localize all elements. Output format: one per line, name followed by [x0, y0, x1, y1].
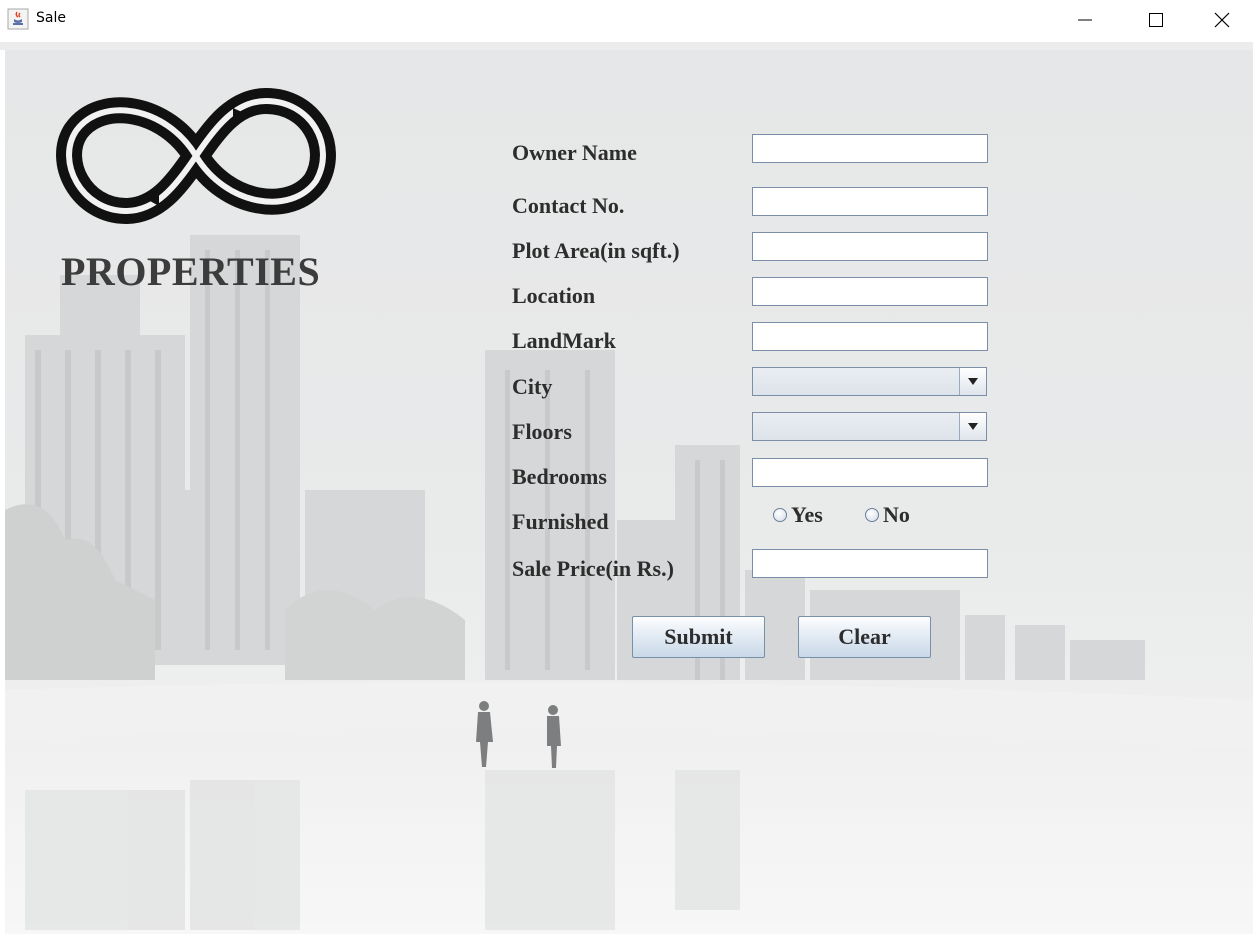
infinity-logo-icon	[56, 88, 336, 224]
window-title-bar: Sale	[0, 0, 1253, 42]
close-button[interactable]	[1191, 0, 1253, 40]
floors-dropdown-arrow[interactable]	[959, 413, 986, 440]
owner-name-label: Owner Name	[512, 140, 637, 165]
minimize-button[interactable]	[1054, 0, 1116, 40]
floors-label: Floors	[512, 419, 572, 444]
clear-button[interactable]: Clear	[798, 616, 931, 658]
contact-no-input[interactable]	[752, 187, 988, 216]
furnished-label: Furnished	[512, 509, 609, 534]
landmark-label: LandMark	[512, 328, 616, 353]
plot-area-label: Plot Area(in sqft.)	[512, 238, 680, 263]
furnished-yes-radio[interactable]: Yes	[773, 502, 823, 528]
furnished-no-radio[interactable]: No	[865, 502, 910, 528]
sale-price-input[interactable]	[752, 549, 988, 578]
furnished-no-label: No	[883, 502, 910, 527]
bedrooms-label: Bedrooms	[512, 464, 607, 489]
furnished-yes-label: Yes	[791, 502, 823, 527]
city-dropdown[interactable]	[752, 367, 987, 396]
plot-area-input[interactable]	[752, 232, 988, 261]
floors-dropdown[interactable]	[752, 412, 987, 441]
maximize-button[interactable]	[1125, 0, 1187, 40]
radio-unchecked-icon[interactable]	[865, 508, 879, 522]
java-cup-icon	[7, 8, 29, 30]
location-label: Location	[512, 283, 596, 308]
contact-no-label: Contact No.	[512, 193, 625, 218]
owner-name-input[interactable]	[752, 134, 988, 163]
location-input[interactable]	[752, 277, 988, 306]
chevron-down-icon	[968, 378, 978, 385]
sale-form-panel: PROPERTIES Owner Name Contact No. Plot A…	[5, 50, 1253, 934]
chevron-down-icon	[968, 423, 978, 430]
bedrooms-input[interactable]	[752, 458, 988, 487]
close-icon	[1214, 12, 1230, 28]
landmark-input[interactable]	[752, 322, 988, 351]
city-dropdown-arrow[interactable]	[959, 368, 986, 395]
minimize-icon	[1078, 19, 1092, 21]
radio-unchecked-icon[interactable]	[773, 508, 787, 522]
window-frame-separator	[0, 42, 1253, 50]
brand-name: PROPERTIES	[61, 249, 321, 294]
city-label: City	[512, 374, 553, 399]
submit-button[interactable]: Submit	[632, 616, 765, 658]
sale-price-label: Sale Price(in Rs.)	[512, 556, 674, 581]
maximize-icon	[1149, 13, 1163, 27]
window-title: Sale	[36, 10, 66, 26]
